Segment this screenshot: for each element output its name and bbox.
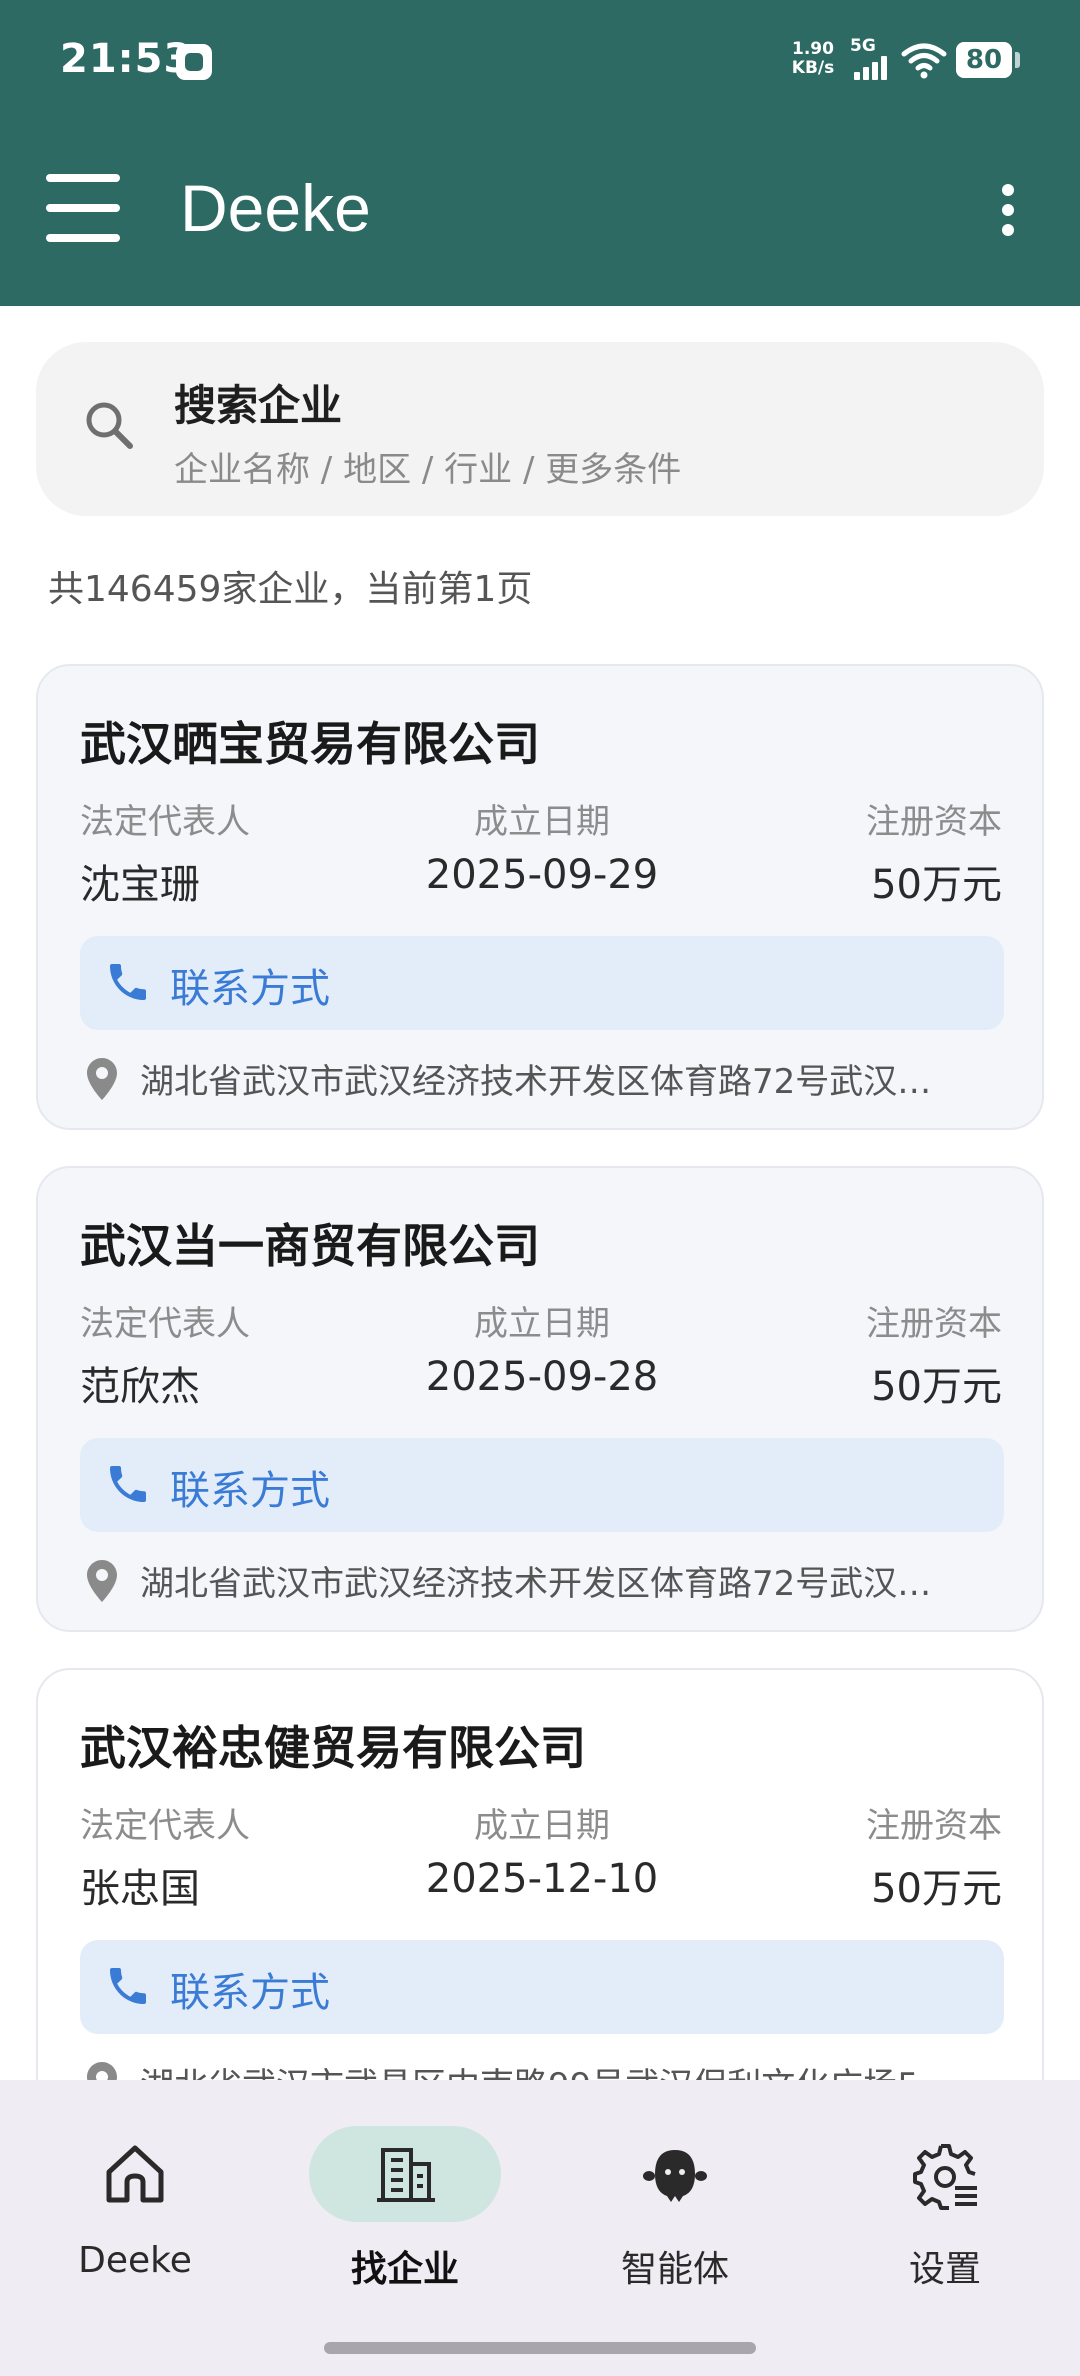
search-title: 搜索企业 — [174, 381, 343, 430]
phone-icon — [110, 1968, 146, 2004]
contact-button[interactable]: 联系方式 — [80, 1940, 1004, 2034]
search-icon — [86, 402, 133, 449]
company-list[interactable]: 武汉晒宝贸易有限公司 法定代表人 成立日期 注册资本 沈宝珊 2025-09-2… — [0, 640, 1080, 2080]
location-pin-icon — [87, 2062, 117, 2080]
battery-indicator: 80 — [956, 42, 1020, 78]
address-row: 湖北省武汉市武昌区中南路99号武汉保利文化广场5… — [80, 2058, 1010, 2080]
app-header: 21:53 1.90 KB/s 5G 80 Deeke — [0, 0, 1080, 306]
contact-label: 联系方式 — [170, 966, 330, 1012]
capital-value: 50万元 — [871, 862, 1002, 908]
status-time: 21:53 — [60, 36, 193, 82]
hamburger-menu-icon[interactable] — [44, 172, 124, 244]
settings-icon — [913, 2144, 977, 2210]
result-summary: 共146459家企业，当前第1页 — [48, 569, 533, 610]
nav-icon-container — [849, 2126, 1041, 2222]
nav-item-find-company[interactable]: 找企业 — [270, 2118, 540, 2298]
nav-label-settings: 设置 — [908, 2249, 981, 2290]
search-box[interactable]: 搜索企业 企业名称 / 地区 / 行业 / 更多条件 — [36, 342, 1044, 516]
capital-label: 注册资本 — [866, 1304, 1002, 1344]
app-title: Deeke — [180, 171, 371, 245]
nav-icon-container — [579, 2126, 771, 2222]
company-card[interactable]: 武汉当一商贸有限公司 法定代表人 成立日期 注册资本 范欣杰 2025-09-2… — [36, 1166, 1044, 1632]
capital-label: 注册资本 — [866, 802, 1002, 842]
company-address: 湖北省武汉市武昌区中南路99号武汉保利文化广场5… — [140, 2058, 1000, 2080]
signal-icon — [852, 56, 892, 80]
address-row: 湖北省武汉市武汉经济技术开发区体育路72号武汉… — [80, 1054, 1010, 1104]
contact-label: 联系方式 — [170, 1468, 330, 1514]
company-name: 武汉当一商贸有限公司 — [80, 1219, 540, 1273]
network-type: 5G — [850, 36, 876, 56]
nav-label-agent: 智能体 — [620, 2249, 729, 2290]
company-address: 湖北省武汉市武汉经济技术开发区体育路72号武汉… — [140, 1062, 932, 1102]
bottom-navigation: Deeke 找企业 智能体 设置 — [0, 2080, 1080, 2376]
nav-icon-container — [39, 2126, 231, 2222]
network-speed-value: 1.90 — [792, 39, 834, 59]
company-name: 武汉晒宝贸易有限公司 — [80, 717, 540, 771]
more-vertical-icon[interactable] — [990, 180, 1026, 240]
nav-item-home[interactable]: Deeke — [0, 2118, 270, 2298]
nav-label-find-company: 找企业 — [350, 2249, 459, 2290]
contact-button[interactable]: 联系方式 — [80, 936, 1004, 1030]
network-speed: 1.90 KB/s — [788, 40, 838, 78]
location-pin-icon — [87, 1560, 117, 1602]
nav-item-settings[interactable]: 设置 — [810, 2118, 1080, 2298]
network-speed-unit: KB/s — [791, 58, 835, 78]
company-name: 武汉裕忠健贸易有限公司 — [80, 1721, 586, 1775]
nav-item-agent[interactable]: 智能体 — [540, 2118, 810, 2298]
nav-icon-container — [309, 2126, 501, 2222]
building-icon — [377, 2148, 435, 2202]
company-address: 湖北省武汉市武汉经济技术开发区体育路72号武汉… — [140, 1564, 932, 1604]
notification-app-icon — [176, 44, 212, 80]
capital-label: 注册资本 — [866, 1806, 1002, 1846]
wifi-icon — [901, 43, 947, 79]
home-indicator-bar[interactable] — [324, 2342, 756, 2354]
company-card[interactable]: 武汉晒宝贸易有限公司 法定代表人 成立日期 注册资本 沈宝珊 2025-09-2… — [36, 664, 1044, 1130]
capital-value: 50万元 — [871, 1866, 1002, 1912]
nav-label-home: Deeke — [78, 2240, 192, 2281]
company-card[interactable]: 武汉裕忠健贸易有限公司 法定代表人 成立日期 注册资本 张忠国 2025-12-… — [36, 1668, 1044, 2080]
contact-button[interactable]: 联系方式 — [80, 1438, 1004, 1532]
phone-icon — [110, 1466, 146, 1502]
capital-value: 50万元 — [871, 1364, 1002, 1410]
agent-icon — [643, 2150, 707, 2202]
phone-icon — [110, 964, 146, 1000]
address-row: 湖北省武汉市武汉经济技术开发区体育路72号武汉… — [80, 1556, 1010, 1606]
search-hint: 企业名称 / 地区 / 行业 / 更多条件 — [174, 450, 682, 490]
home-icon — [106, 2145, 164, 2203]
contact-label: 联系方式 — [170, 1970, 330, 2016]
location-pin-icon — [87, 1058, 117, 1100]
